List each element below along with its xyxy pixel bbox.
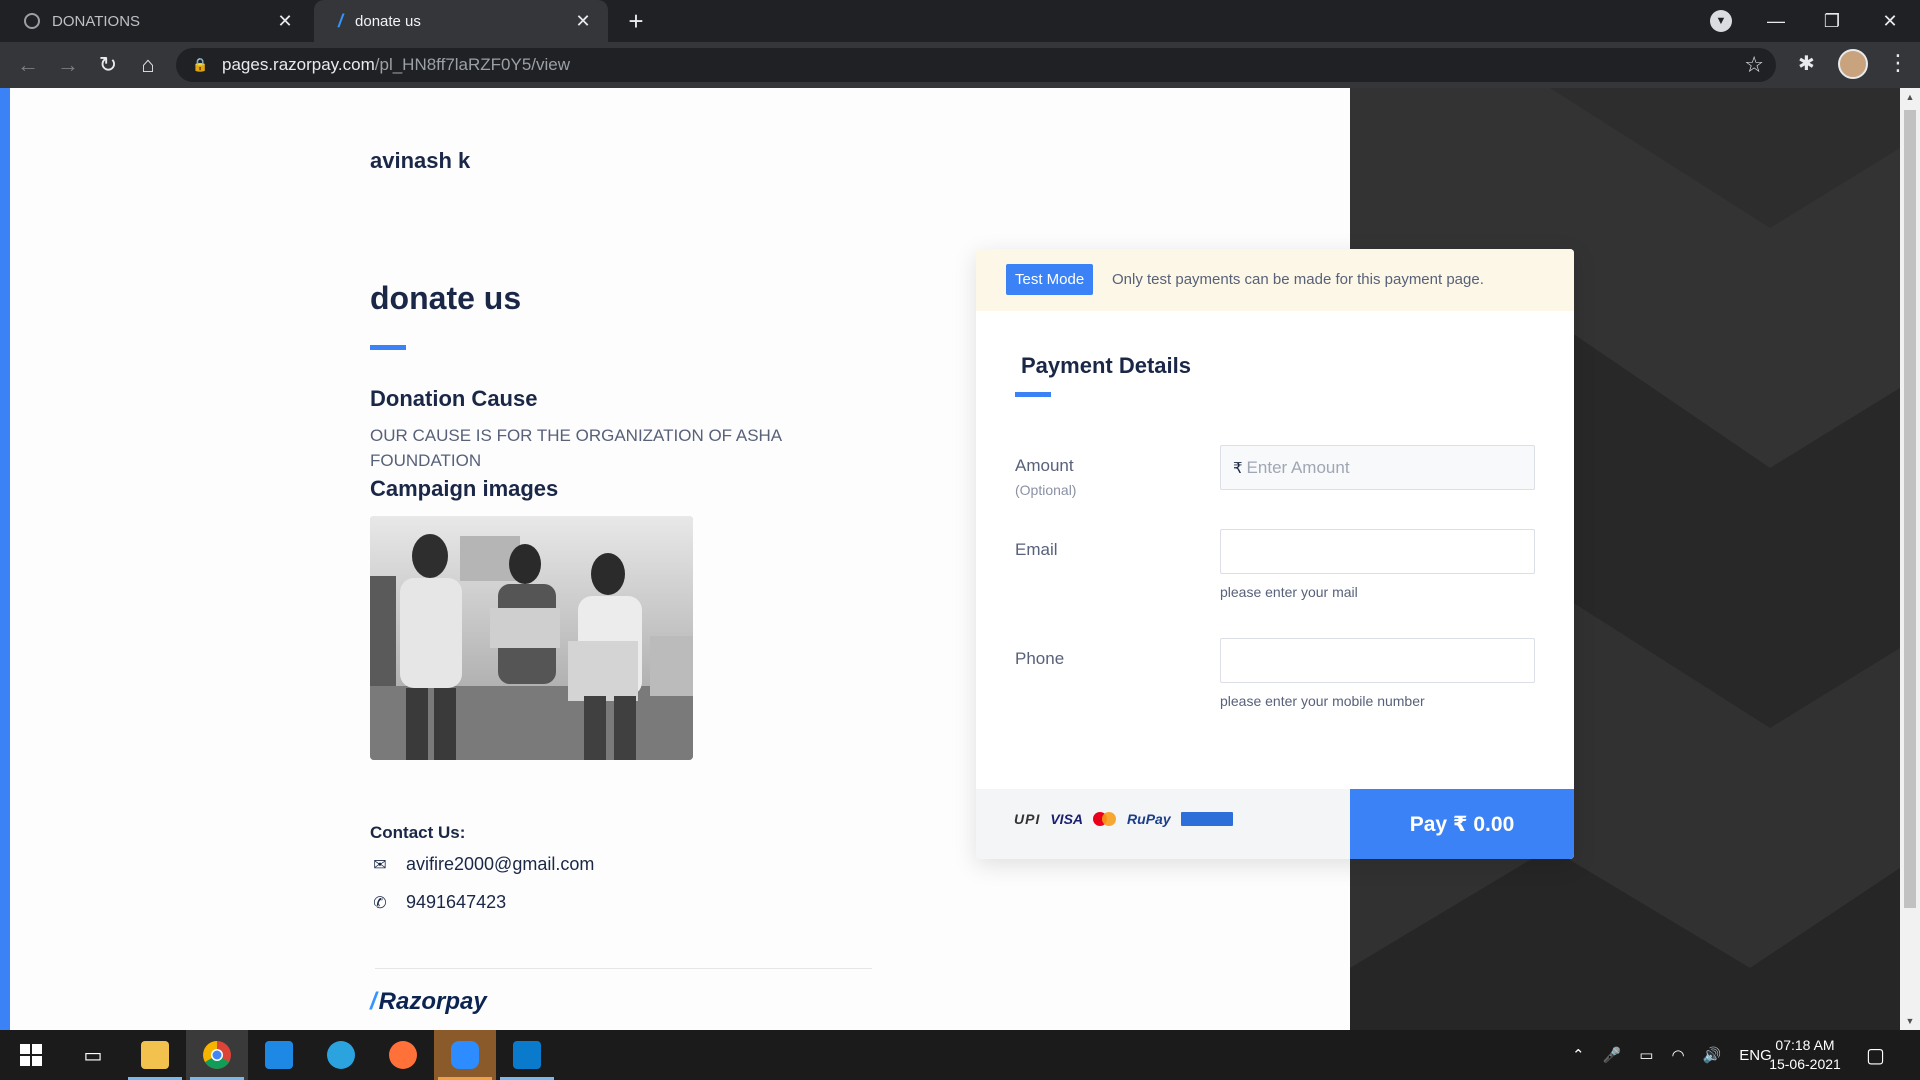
- taskbar-clock[interactable]: 07:18 AM 15-06-2021: [1760, 1036, 1850, 1074]
- clock-time: 07:18 AM: [1775, 1037, 1835, 1053]
- payment-details-heading: Payment Details: [1021, 353, 1191, 378]
- microphone-icon[interactable]: 🎤: [1603, 1046, 1622, 1064]
- title-underline: [370, 345, 406, 350]
- back-icon[interactable]: ←: [12, 49, 44, 81]
- tab-search-icon[interactable]: ▼: [1710, 10, 1732, 32]
- close-tab-icon[interactable]: ✕: [274, 10, 296, 32]
- payment-method-logos: UPI VISA RuPay: [1014, 811, 1233, 827]
- tab-title: DONATIONS: [52, 12, 141, 30]
- restore-icon[interactable]: ❐: [1804, 4, 1860, 38]
- bookmark-star-icon[interactable]: ☆: [1744, 52, 1764, 78]
- vscode-icon[interactable]: [496, 1030, 558, 1080]
- accent-strip: [0, 88, 10, 1030]
- payment-footer: UPI VISA RuPay Pay ₹ 0.00: [976, 789, 1574, 859]
- close-tab-icon[interactable]: ✕: [572, 10, 594, 32]
- scroll-up-icon[interactable]: ▲: [1904, 92, 1916, 102]
- email-help-text: please enter your mail: [1220, 584, 1358, 600]
- volume-icon[interactable]: 🔊: [1703, 1046, 1722, 1064]
- file-explorer-icon[interactable]: [124, 1030, 186, 1080]
- wifi-icon[interactable]: ◠: [1671, 1046, 1684, 1064]
- page-title: donate us: [370, 280, 522, 316]
- merchant-name: avinash k: [370, 148, 471, 173]
- contact-email[interactable]: avifire2000@gmail.com: [406, 854, 594, 875]
- forward-icon[interactable]: →: [52, 49, 84, 81]
- task-view-icon[interactable]: ▭: [62, 1030, 124, 1080]
- zoom-icon[interactable]: [434, 1030, 496, 1080]
- phone-label: Phone: [1015, 649, 1065, 668]
- contact-email-row[interactable]: ✉ avifire2000@gmail.com: [370, 854, 594, 875]
- browser-toolbar: ← → ↻ ⌂ 🔒 pages.razorpay.com/pl_HN8ff7la…: [0, 42, 1920, 88]
- tab-donations[interactable]: DONATIONS ✕: [0, 0, 310, 42]
- phone-icon: ✆: [373, 894, 387, 912]
- notification-center-icon[interactable]: ▢: [1866, 1030, 1885, 1080]
- new-tab-button[interactable]: +: [622, 8, 650, 36]
- payment-card: Test Mode Only test payments can be made…: [976, 249, 1574, 859]
- email-input[interactable]: [1220, 529, 1535, 574]
- phone-input[interactable]: [1220, 638, 1535, 683]
- cause-description: OUR CAUSE IS FOR THE ORGANIZATION OF ASH…: [370, 426, 782, 470]
- windows-start-icon[interactable]: [0, 1030, 62, 1080]
- rupay-logo: RuPay: [1127, 811, 1171, 827]
- lock-icon: 🔒: [192, 57, 209, 72]
- clock-date: 15-06-2021: [1769, 1056, 1841, 1072]
- razorpay-favicon-icon: /: [338, 10, 344, 31]
- tab-donate-us[interactable]: / donate us ✕: [314, 0, 608, 42]
- test-mode-message: Only test payments can be made for this …: [1112, 271, 1484, 288]
- campaign-image[interactable]: [370, 516, 693, 760]
- scrollbar-thumb[interactable]: [1904, 110, 1916, 908]
- profile-avatar[interactable]: [1838, 49, 1868, 79]
- pay-button[interactable]: Pay ₹ 0.00: [1350, 789, 1574, 859]
- page-viewport: avinash k donate us Donation Cause OUR C…: [0, 88, 1900, 1030]
- razorpay-logo[interactable]: /Razorpay: [370, 988, 487, 1016]
- bank-logo-icon: [1180, 812, 1233, 826]
- email-label: Email: [1015, 540, 1058, 559]
- chrome-icon[interactable]: [186, 1030, 248, 1080]
- footer-divider: [375, 968, 872, 969]
- home-icon[interactable]: ⌂: [132, 49, 164, 81]
- images-heading: Campaign images: [370, 476, 559, 501]
- globe-icon: [24, 13, 40, 29]
- reload-icon[interactable]: ↻: [92, 49, 124, 81]
- page-scrollbar[interactable]: ▲ ▼: [1900, 88, 1920, 1030]
- amount-placeholder: Enter Amount: [1246, 457, 1350, 477]
- tab-title: donate us: [355, 12, 421, 30]
- remote-desktop-icon[interactable]: [248, 1030, 310, 1080]
- menu-icon[interactable]: ⋮: [1886, 50, 1910, 76]
- windows-taskbar: ▭ ⌃ 🎤 ▭ ◠ 🔊 ENG 07:18 AM 15-06-2021 ▢: [0, 1030, 1920, 1080]
- url-text: pages.razorpay.com/pl_HN8ff7laRZF0Y5/vie…: [222, 55, 571, 74]
- scroll-down-icon[interactable]: ▼: [1904, 1016, 1916, 1026]
- amount-label: Amount: [1015, 456, 1074, 475]
- chevron-up-icon[interactable]: ⌃: [1572, 1046, 1585, 1064]
- contact-phone[interactable]: 9491647423: [406, 892, 506, 913]
- address-bar[interactable]: 🔒 pages.razorpay.com/pl_HN8ff7laRZF0Y5/v…: [176, 48, 1776, 82]
- extensions-icon[interactable]: ✱: [1798, 51, 1815, 76]
- contact-phone-row[interactable]: ✆ 9491647423: [370, 892, 506, 913]
- battery-icon[interactable]: ▭: [1639, 1046, 1653, 1064]
- system-tray: ⌃ 🎤 ▭ ◠ 🔊 ENG: [1572, 1030, 1772, 1080]
- rupee-icon: ₹: [1233, 459, 1243, 477]
- mastercard-icon: [1093, 812, 1117, 826]
- amount-optional-label: (Optional): [1015, 482, 1077, 498]
- razorpay-mark-icon: /: [370, 988, 377, 1015]
- cause-heading: Donation Cause: [370, 386, 538, 411]
- amount-input[interactable]: ₹ Enter Amount: [1220, 445, 1535, 490]
- test-mode-badge: Test Mode: [1006, 264, 1094, 295]
- visa-logo: VISA: [1050, 811, 1084, 827]
- firefox-icon[interactable]: [372, 1030, 434, 1080]
- minimize-icon[interactable]: —: [1748, 4, 1804, 38]
- telegram-icon[interactable]: [310, 1030, 372, 1080]
- browser-tab-bar: DONATIONS ✕ / donate us ✕ + ▼ — ❐ ✕: [0, 0, 1920, 42]
- contact-heading: Contact Us:: [370, 823, 466, 842]
- phone-help-text: please enter your mobile number: [1220, 693, 1425, 709]
- mail-icon: ✉: [373, 856, 387, 874]
- payment-heading-underline: [1015, 392, 1051, 397]
- test-mode-banner: Test Mode Only test payments can be made…: [976, 249, 1574, 311]
- upi-logo: UPI: [1014, 811, 1041, 827]
- window-close-icon[interactable]: ✕: [1862, 4, 1918, 38]
